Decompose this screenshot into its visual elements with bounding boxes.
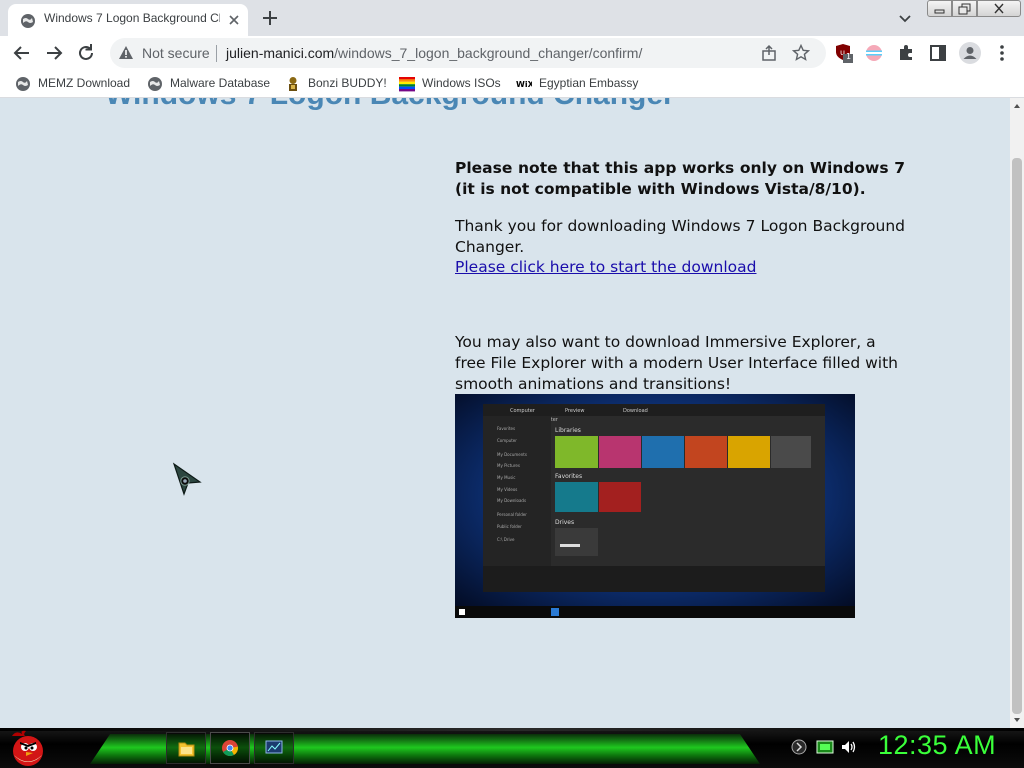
- preview-sidebar-item: My Music: [497, 475, 515, 480]
- reload-icon[interactable]: [74, 41, 98, 65]
- preview-sidebar-item: Favorites: [497, 426, 515, 431]
- volume-icon[interactable]: [840, 738, 858, 756]
- globe-icon: [16, 77, 30, 91]
- thank-you-text: Thank you for downloading Windows 7 Logo…: [455, 217, 905, 256]
- scrollbar-thumb[interactable]: [1012, 158, 1022, 714]
- download-link[interactable]: Please click here to start the download: [455, 258, 756, 276]
- compatibility-note: Please note that this app works only on …: [455, 159, 905, 198]
- preview-tab-label: Computer: [510, 408, 536, 414]
- preview-section-favorites: Favorites: [555, 473, 582, 480]
- close-window-button[interactable]: [977, 0, 1021, 17]
- bookmark-label: Egyptian Embassy: [539, 76, 639, 90]
- page-viewport: Windows 7 Logon Background Changer Pleas…: [0, 98, 1010, 728]
- restore-button[interactable]: [952, 0, 977, 17]
- immersive-explorer-promo: You may also want to download Immersive …: [455, 333, 898, 393]
- taskbar-monitor-app[interactable]: [254, 732, 294, 764]
- taskbar-clock[interactable]: 12:35 AM: [878, 730, 996, 761]
- globe-icon: [21, 14, 35, 28]
- bookmark-label: MEMZ Download: [38, 76, 131, 90]
- windows-flag-icon: [399, 77, 415, 92]
- taskbar-file-explorer[interactable]: [166, 732, 206, 764]
- restore-icon: [958, 3, 971, 15]
- mouse-cursor-icon: [172, 462, 202, 496]
- share-icon[interactable]: [760, 44, 778, 62]
- security-label[interactable]: Not secure: [142, 45, 210, 61]
- page-title: Windows 7 Logon Background Changer: [105, 98, 675, 112]
- svg-text:WiX: WiX: [516, 80, 532, 89]
- preview-sidebar-item: My Pictures: [497, 463, 520, 468]
- url-text[interactable]: julien-manici.com/windows_7_logon_backgr…: [226, 45, 642, 61]
- bookmark-label: Bonzi BUDDY!: [308, 76, 387, 90]
- preview-section-libraries: Libraries: [555, 427, 581, 434]
- browser-tab[interactable]: Windows 7 Logon Background Changer: [8, 4, 248, 36]
- taskbar: 12:35 AM: [0, 728, 1024, 768]
- forward-icon[interactable]: [42, 41, 66, 65]
- immersive-explorer-screenshot[interactable]: Computer Preview Download Computer Favor…: [455, 394, 855, 618]
- extension-badge: 1: [846, 52, 852, 61]
- omnibox-divider: [216, 45, 217, 62]
- taskbar-top-edge: [0, 728, 1024, 731]
- puzzle-icon[interactable]: [896, 43, 916, 63]
- preview-tab-label: Download: [623, 408, 648, 414]
- preview-sidebar-item: C:\ Drive: [497, 537, 515, 542]
- preview-sidebar-item: Personal folder: [497, 512, 527, 517]
- extension-icon[interactable]: [864, 43, 884, 63]
- bookmark-memz-download[interactable]: MEMZ Download: [15, 75, 133, 93]
- bookmark-windows-isos[interactable]: Windows ISOs: [399, 75, 503, 93]
- scroll-up-arrow-icon[interactable]: [1013, 102, 1021, 110]
- minimize-icon: [934, 9, 945, 14]
- bookmark-bonzi-buddy[interactable]: Bonzi BUDDY!: [285, 75, 387, 93]
- profile-avatar-icon[interactable]: [959, 42, 981, 64]
- preview-tab-label: Preview: [565, 408, 584, 414]
- taskbar-chrome[interactable]: [210, 732, 250, 764]
- wix-icon: WiX: [516, 80, 532, 89]
- close-tab-icon[interactable]: [226, 12, 242, 28]
- scroll-down-arrow-icon[interactable]: [1013, 716, 1021, 724]
- side-panel-icon[interactable]: [928, 43, 948, 63]
- bookmark-malware-database[interactable]: Malware Database: [147, 75, 272, 93]
- tab-title: Windows 7 Logon Background Changer: [44, 11, 220, 25]
- url-path: /windows_7_logon_background_changer/conf…: [334, 45, 643, 61]
- battery-icon[interactable]: [816, 738, 834, 756]
- vertical-scrollbar[interactable]: [1010, 98, 1024, 728]
- close-icon: [994, 3, 1004, 14]
- address-bar[interactable]: Not secure julien-manici.com/windows_7_l…: [110, 38, 826, 68]
- monitor-icon: [265, 740, 283, 754]
- preview-sidebar-item: My Videos: [497, 487, 517, 492]
- preview-section-drives: Drives: [555, 519, 574, 526]
- preview-sidebar-item: Public folder: [497, 524, 522, 529]
- new-tab-icon[interactable]: [258, 6, 282, 30]
- bookmark-label: Malware Database: [170, 76, 271, 90]
- bookmark-egyptian-embassy[interactable]: WiX Egyptian Embassy: [516, 75, 641, 93]
- preview-sidebar-item: Computer: [497, 438, 517, 443]
- tab-strip: Windows 7 Logon Background Changer: [0, 0, 1024, 36]
- bookmark-label: Windows ISOs: [422, 76, 501, 90]
- ublock-extension-button[interactable]: u 1: [834, 43, 854, 63]
- network-icon[interactable]: [790, 738, 808, 756]
- minimize-button[interactable]: [927, 0, 952, 17]
- start-button-angry-bird-icon[interactable]: [6, 728, 50, 768]
- back-icon[interactable]: [10, 41, 34, 65]
- browser-toolbar: Not secure julien-manici.com/windows_7_l…: [0, 36, 1024, 70]
- chevron-down-icon[interactable]: [896, 9, 914, 27]
- preview-sidebar-item: My Downloads: [497, 498, 526, 503]
- more-menu-icon[interactable]: [992, 43, 1012, 63]
- preview-sidebar-item: My Documents: [497, 452, 527, 457]
- globe-icon: [148, 77, 162, 91]
- bonzi-icon: [289, 77, 297, 91]
- window-controls: [927, 0, 1021, 17]
- page-content: Windows 7 Logon Background Changer Pleas…: [91, 98, 919, 728]
- file-explorer-icon: [178, 742, 195, 757]
- url-domain: julien-manici.com: [226, 45, 335, 61]
- bookmark-star-icon[interactable]: [792, 44, 810, 62]
- warning-icon[interactable]: [118, 45, 134, 61]
- chrome-icon: [222, 740, 239, 756]
- bookmarks-bar: MEMZ Download Malware Database Bonzi BUD…: [0, 70, 1024, 98]
